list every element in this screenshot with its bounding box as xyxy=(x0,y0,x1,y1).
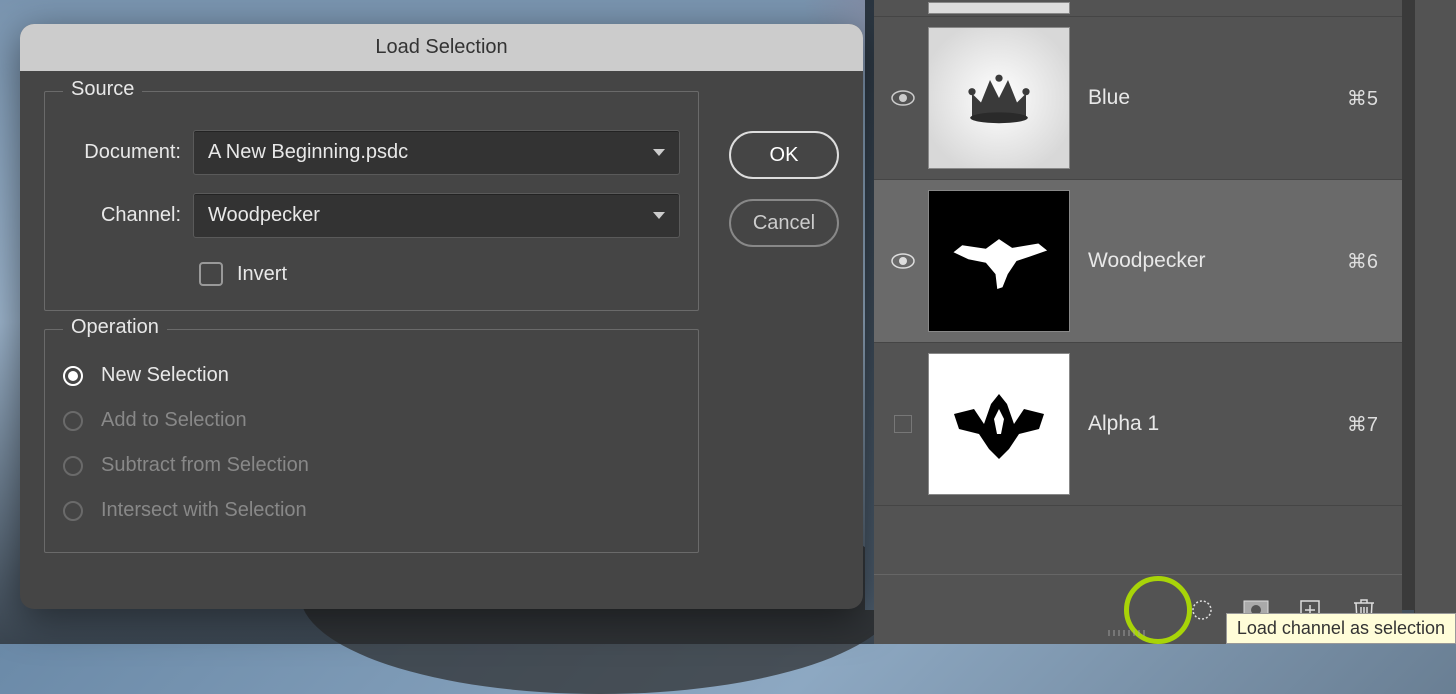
visibility-toggle[interactable] xyxy=(894,415,912,433)
chevron-down-icon xyxy=(653,149,665,156)
channel-name: Woodpecker xyxy=(1080,249,1337,273)
radio-intersect-selection: Intersect with Selection xyxy=(63,499,680,522)
channel-row-alpha1[interactable]: Alpha 1 ⌘7 xyxy=(874,343,1402,506)
panel-dock xyxy=(1414,0,1456,644)
channel-thumb xyxy=(928,190,1070,332)
resize-grip[interactable] xyxy=(1108,630,1168,636)
channel-shortcut: ⌘5 xyxy=(1347,86,1388,111)
channel-thumb xyxy=(928,353,1070,495)
radio-icon xyxy=(63,411,83,431)
load-channel-as-selection-button[interactable] xyxy=(1188,596,1216,624)
radio-add-selection: Add to Selection xyxy=(63,409,680,432)
load-selection-dialog: Load Selection Source Document: A New Be… xyxy=(20,24,863,609)
channel-thumb xyxy=(928,27,1070,169)
crown-icon xyxy=(954,53,1044,143)
radio-icon xyxy=(63,456,83,476)
channel-shortcut: ⌘7 xyxy=(1347,412,1388,437)
channel-row-partial[interactable] xyxy=(874,0,1402,17)
channel-name: Blue xyxy=(1080,86,1337,110)
document-label: Document: xyxy=(63,141,181,164)
invert-label: Invert xyxy=(237,263,287,286)
radio-subtract-selection: Subtract from Selection xyxy=(63,454,680,477)
radio-label: Subtract from Selection xyxy=(101,454,309,477)
scrollbar[interactable] xyxy=(1402,0,1414,610)
operation-fieldset: Operation New Selection Add to Selection… xyxy=(44,329,699,553)
bird-icon xyxy=(944,226,1054,296)
cancel-button[interactable]: Cancel xyxy=(729,199,839,247)
eye-icon[interactable] xyxy=(891,253,915,269)
radio-new-selection[interactable]: New Selection xyxy=(63,364,680,387)
tooltip: Load channel as selection xyxy=(1226,613,1456,644)
dialog-title: Load Selection xyxy=(20,24,863,71)
radio-icon xyxy=(63,366,83,386)
channel-thumb xyxy=(928,2,1070,14)
channel-row-woodpecker[interactable]: Woodpecker ⌘6 xyxy=(874,180,1402,343)
eye-icon[interactable] xyxy=(891,90,915,106)
radio-label: Intersect with Selection xyxy=(101,499,307,522)
channel-label: Channel: xyxy=(63,204,181,227)
operation-legend: Operation xyxy=(63,316,167,339)
source-legend: Source xyxy=(63,78,142,101)
channel-select[interactable]: Woodpecker xyxy=(193,193,680,238)
channel-row-blue[interactable]: Blue ⌘5 xyxy=(874,17,1402,180)
chevron-down-icon xyxy=(653,212,665,219)
radio-label: New Selection xyxy=(101,364,229,387)
document-select[interactable]: A New Beginning.psdc xyxy=(193,130,680,175)
channel-value: Woodpecker xyxy=(208,204,320,227)
source-fieldset: Source Document: A New Beginning.psdc Ch… xyxy=(44,91,699,311)
document-value: A New Beginning.psdc xyxy=(208,141,408,164)
ok-button[interactable]: OK xyxy=(729,131,839,179)
invert-checkbox[interactable] xyxy=(199,262,223,286)
alpha-icon xyxy=(939,379,1059,469)
radio-label: Add to Selection xyxy=(101,409,247,432)
channel-name: Alpha 1 xyxy=(1080,412,1337,436)
radio-icon xyxy=(63,501,83,521)
channel-shortcut: ⌘6 xyxy=(1347,249,1388,274)
channels-panel: Blue ⌘5 Woodpecker ⌘6 Alpha 1 ⌘ xyxy=(874,0,1402,644)
